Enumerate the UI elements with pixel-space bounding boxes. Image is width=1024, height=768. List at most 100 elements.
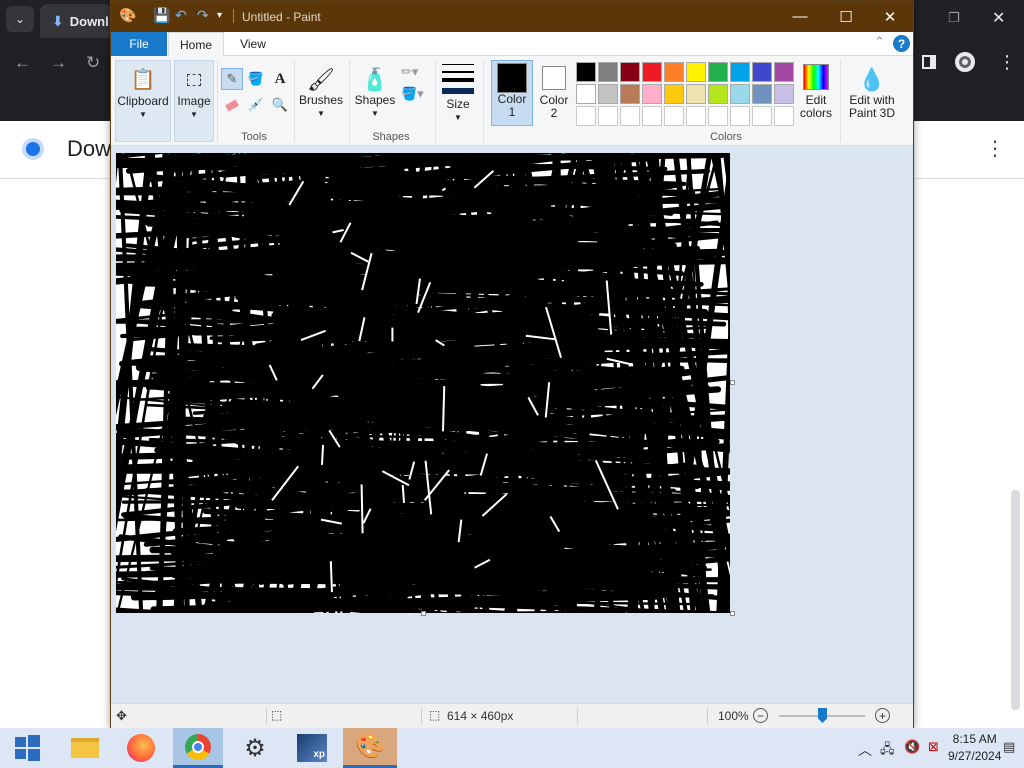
palette-swatch[interactable] xyxy=(620,84,640,104)
tab-view[interactable]: View xyxy=(229,32,277,56)
custom-color-slot[interactable] xyxy=(642,106,662,126)
edit-colors-button[interactable]: Edit colors xyxy=(797,60,835,126)
firefox-button[interactable] xyxy=(116,728,166,768)
custom-color-slot[interactable] xyxy=(664,106,684,126)
pencil-tool[interactable]: ✎ xyxy=(221,68,243,90)
resize-handle-corner[interactable] xyxy=(730,611,735,616)
text-tool-icon[interactable]: A xyxy=(269,68,291,90)
palette-swatch[interactable] xyxy=(664,84,684,104)
notification-icon[interactable]: ⊠ xyxy=(928,739,939,755)
clipboard-button[interactable]: 📋 Clipboard ▼ xyxy=(115,60,171,142)
tab-file[interactable]: File xyxy=(111,32,167,56)
undo-icon[interactable]: ↶ xyxy=(175,7,187,24)
brushes-button[interactable]: 🖌 Brushes ▼ xyxy=(297,60,345,126)
reload-icon[interactable]: ↻ xyxy=(86,53,100,73)
collapse-ribbon-icon[interactable]: ⌃ xyxy=(874,34,885,50)
paint-titlebar[interactable]: 🎨 💾 ↶ ↷ ▾ Untitled - Paint — ☐ ✕ xyxy=(111,1,913,32)
custom-color-slot[interactable] xyxy=(620,106,640,126)
chrome-page-title: Dow xyxy=(67,136,112,161)
palette-swatch[interactable] xyxy=(752,62,772,82)
palette-swatch[interactable] xyxy=(686,84,706,104)
palette-swatch[interactable] xyxy=(576,84,596,104)
color1-button[interactable]: Color 1 xyxy=(491,60,533,126)
separator xyxy=(435,60,436,142)
action-center-icon[interactable]: ▤ xyxy=(1003,739,1015,755)
zoom-slider-thumb[interactable] xyxy=(818,708,827,723)
chrome-scrollbar[interactable] xyxy=(1011,490,1020,710)
ribbon-tabs: File Home View ⌃ ? xyxy=(111,32,913,56)
palette-swatch[interactable] xyxy=(598,62,618,82)
palette-swatch[interactable] xyxy=(598,84,618,104)
help-button[interactable]: ? xyxy=(893,35,910,52)
palette-swatch[interactable] xyxy=(576,62,596,82)
settings-button[interactable]: ⚙ xyxy=(230,728,280,768)
palette-swatch[interactable] xyxy=(774,62,794,82)
status-separator xyxy=(577,708,578,724)
eraser-tool-icon[interactable] xyxy=(221,94,243,116)
volume-muted-icon[interactable]: 🔇 xyxy=(904,739,920,755)
palette-swatch[interactable] xyxy=(642,84,662,104)
redo-icon[interactable]: ↷ xyxy=(197,7,209,24)
sidebar-icon[interactable] xyxy=(922,55,936,69)
color2-button[interactable]: Color 2 xyxy=(534,60,574,126)
minimize-button[interactable]: — xyxy=(777,1,823,32)
resize-handle-bottom[interactable] xyxy=(421,611,426,616)
xp-app-button[interactable]: xp xyxy=(287,728,337,768)
network-icon[interactable]: 🖧 xyxy=(880,740,895,762)
drawing-canvas[interactable] xyxy=(116,153,730,613)
image-button[interactable]: Image ▼ xyxy=(174,60,214,142)
fill-icon[interactable]: 🪣▾ xyxy=(401,86,424,102)
back-icon[interactable]: ← xyxy=(14,53,31,73)
tab-home[interactable]: Home xyxy=(168,32,224,56)
custom-color-slot[interactable] xyxy=(774,106,794,126)
chrome-button[interactable] xyxy=(173,728,223,768)
firefox-icon xyxy=(127,734,155,762)
custom-color-slot[interactable] xyxy=(686,106,706,126)
custom-color-slot[interactable] xyxy=(576,106,596,126)
palette-swatch[interactable] xyxy=(774,84,794,104)
file-explorer-button[interactable] xyxy=(60,728,110,768)
restore-window-button[interactable]: ❐ xyxy=(948,10,960,26)
palette-swatch[interactable] xyxy=(752,84,772,104)
palette-swatch[interactable] xyxy=(620,62,640,82)
zoom-in-button[interactable]: + xyxy=(875,708,890,723)
custom-color-slot[interactable] xyxy=(730,106,750,126)
palette-swatch[interactable] xyxy=(686,62,706,82)
custom-color-slot[interactable] xyxy=(598,106,618,126)
palette-swatch[interactable] xyxy=(708,84,728,104)
chrome-more-icon[interactable]: ⋮ xyxy=(985,139,1005,159)
shapes-button[interactable]: 🧴 Shapes ▼ xyxy=(353,60,397,126)
maximize-button[interactable]: ☐ xyxy=(823,1,869,32)
clock[interactable]: 8:15 AM 9/27/2024 xyxy=(948,731,1001,765)
zoom-out-button[interactable]: − xyxy=(753,708,768,723)
show-hidden-icons[interactable]: ︿ xyxy=(858,740,872,760)
resize-handle-right[interactable] xyxy=(730,380,735,385)
close-button[interactable]: ✕ xyxy=(867,1,913,32)
canvas-workarea xyxy=(111,146,913,703)
close-window-button[interactable]: ✕ xyxy=(992,8,1005,28)
palette-swatch[interactable] xyxy=(708,62,728,82)
chrome-tab-downloads[interactable]: ⬇ Downl xyxy=(40,4,112,38)
palette-swatch[interactable] xyxy=(730,62,750,82)
magnifier-icon[interactable]: 🔍 xyxy=(269,94,291,116)
quick-access-dropdown-icon[interactable]: ▾ xyxy=(217,10,222,21)
save-icon[interactable]: 💾 xyxy=(153,7,170,24)
custom-color-slot[interactable] xyxy=(708,106,728,126)
color-picker-icon[interactable]: 💉 xyxy=(245,94,267,116)
edit-with-paint3d-button[interactable]: 💧 Edit with Paint 3D xyxy=(843,60,901,126)
palette-swatch[interactable] xyxy=(642,62,662,82)
palette-swatch[interactable] xyxy=(664,62,684,82)
profile-avatar[interactable] xyxy=(955,52,975,72)
fill-tool-icon[interactable]: 🪣 xyxy=(245,68,267,90)
outline-icon[interactable]: ✏▾ xyxy=(401,64,418,80)
chrome-tab-search-button[interactable]: ⌄ xyxy=(6,6,34,32)
forward-icon[interactable]: → xyxy=(50,53,67,73)
download-icon: ⬇ xyxy=(52,12,64,29)
paint-taskbar-button[interactable]: 🎨 xyxy=(343,728,397,768)
paint-app-icon[interactable]: 🎨 xyxy=(119,7,136,24)
chrome-menu-icon[interactable]: ⋮ xyxy=(998,52,1016,73)
size-button[interactable]: Size ▼ xyxy=(439,60,477,126)
palette-swatch[interactable] xyxy=(730,84,750,104)
custom-color-slot[interactable] xyxy=(752,106,772,126)
start-button[interactable] xyxy=(2,728,52,768)
